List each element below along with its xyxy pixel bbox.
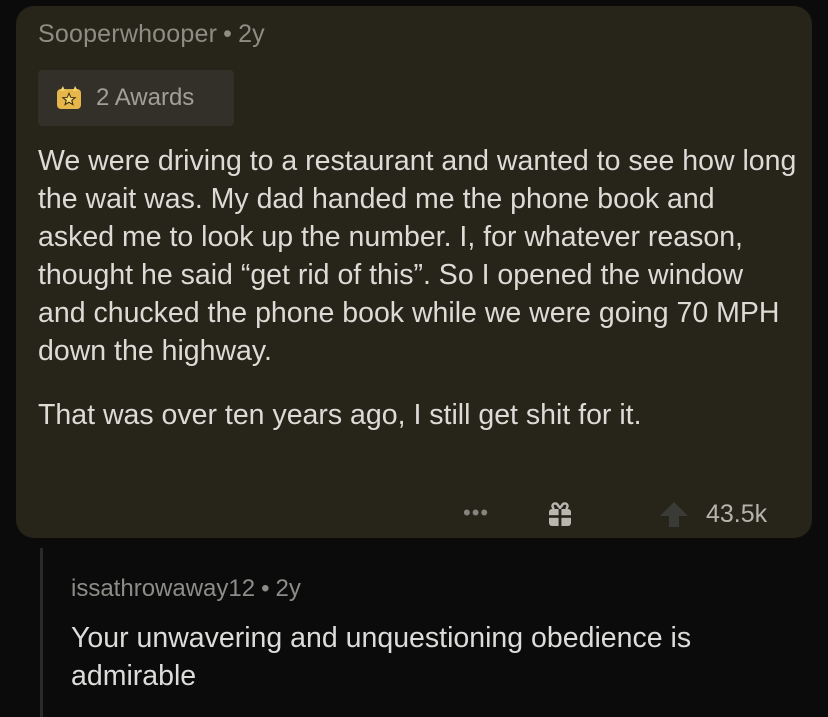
comment-paragraph-1: We were driving to a restaurant and want… [38,145,797,367]
thread-line[interactable] [40,548,43,717]
comment-actions: ••• 43.5k [16,496,812,532]
reply-meta-separator: • [261,575,270,602]
comment-age: 2y [238,20,265,48]
gift-icon[interactable] [546,500,574,528]
reply-age: 2y [275,575,301,602]
reply-body: Your unwavering and unquestioning obedie… [71,622,692,692]
comment-author[interactable]: Sooperwhooper [38,20,217,48]
more-options-icon[interactable]: ••• [463,500,489,526]
reply-meta: issathrowaway12 • 2y [71,575,301,603]
meta-separator: • [223,20,233,48]
awards-label: 2 Awards [96,84,195,111]
upvote-arrow-icon[interactable] [658,500,690,528]
reply-author[interactable]: issathrowaway12 [71,575,255,602]
comment-body: We were driving to a restaurant and want… [38,142,798,460]
comment-meta: Sooperwhooper • 2y [38,20,265,49]
awards-badge[interactable]: 2 Awards [38,70,234,126]
page: Sooperwhooper • 2y 2 Awards We were drivin… [0,0,828,717]
comment-paragraph-2: That was over ten years ago, I still get… [38,399,642,431]
award-star-icon [57,86,81,109]
highlighted-comment: Sooperwhooper • 2y 2 Awards We were drivin… [16,6,812,538]
comment-score: 43.5k [706,500,768,528]
